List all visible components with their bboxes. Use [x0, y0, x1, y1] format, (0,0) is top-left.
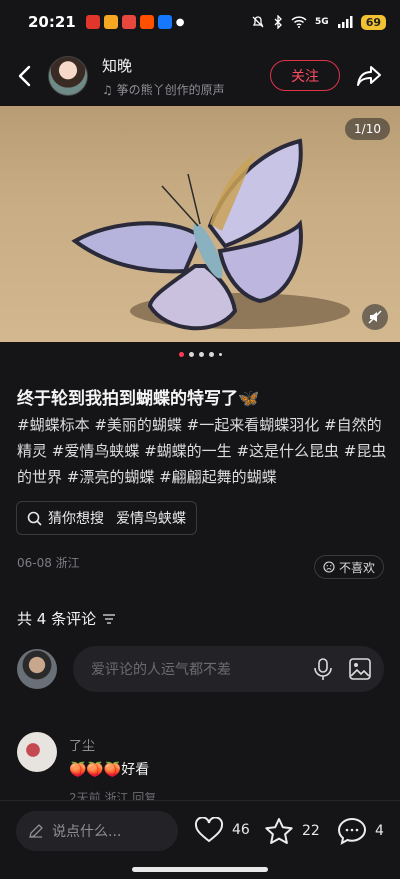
taobao-icon: [139, 15, 154, 29]
share-icon: [357, 66, 381, 86]
like-button[interactable]: 46: [194, 817, 250, 843]
say-placeholder: 说点什么...: [52, 824, 122, 840]
page-dot: [208, 352, 214, 357]
search-prefix: 猜你想搜: [48, 511, 104, 527]
comment-total: 4: [375, 823, 384, 839]
comment-text: 🍑🍑🍑好看: [69, 762, 150, 778]
comment-input-icons: [312, 657, 372, 681]
page-dot: [198, 352, 204, 357]
chevron-left-icon: [18, 65, 31, 87]
comment-placeholder: 爱评论的人运气都不差: [91, 662, 231, 678]
current-user-avatar: [17, 649, 57, 689]
comment-input[interactable]: 爱评论的人运气都不差: [73, 646, 384, 692]
comment-author[interactable]: 了尘: [69, 735, 95, 754]
back-button[interactable]: [2, 54, 46, 98]
app-icon-red: [121, 15, 136, 29]
author-name: 知晚: [102, 56, 133, 75]
post-image[interactable]: 1/10: [0, 106, 400, 342]
dislike-button[interactable]: 不喜欢: [314, 555, 385, 579]
music-title: 筝の熊丫创作的原声: [116, 82, 225, 97]
alipay-icon: [157, 15, 172, 29]
weibo-icon: [85, 15, 100, 29]
favorite-button[interactable]: 22: [264, 817, 320, 845]
image-icon[interactable]: [348, 657, 372, 681]
image-pagination: [0, 352, 400, 357]
suggested-search-chip[interactable]: 猜你想搜 爱情鸟蛱蝶: [16, 501, 197, 535]
search-icon: [27, 511, 42, 526]
network-type: 5G: [315, 17, 329, 27]
butterfly-photo: [71, 138, 350, 331]
author-avatar[interactable]: [48, 56, 88, 96]
star-icon: [265, 818, 293, 844]
bottom-action-bar: 说点什么... 46 22 4: [0, 800, 400, 879]
page-dot: [188, 352, 194, 357]
sort-icon[interactable]: [102, 613, 116, 625]
like-count: 46: [232, 822, 250, 838]
speaker-mute-icon: [368, 310, 382, 324]
post-tags[interactable]: #蝴蝶标本 #美丽的蝴蝶 #一起来看蝴蝶羽化 #自然的精灵 #爱情鸟蛱蝶 #蝴蝶…: [17, 412, 387, 490]
wifi-icon: [291, 16, 307, 28]
mute-bell-icon: [252, 16, 264, 28]
audio-toggle-button[interactable]: [362, 304, 388, 330]
say-something-input[interactable]: 说点什么...: [16, 811, 178, 851]
share-button[interactable]: [353, 60, 385, 92]
post-date-location: 06-08 浙江: [17, 556, 80, 570]
signal-icon: [337, 16, 353, 28]
pencil-icon: [29, 824, 43, 838]
status-bar: 20:21 ● 5G 69: [0, 0, 400, 44]
post-title: 终于轮到我拍到蝴蝶的特写了🦋: [17, 389, 260, 409]
weibo-icon-2: [103, 15, 118, 29]
microphone-icon[interactable]: [312, 657, 334, 681]
music-note-icon: ♫: [102, 82, 113, 97]
more-dot-icon: ●: [175, 16, 185, 28]
battery-level: 69: [360, 14, 386, 30]
favorite-count: 22: [302, 823, 320, 839]
search-term: 爱情鸟蛱蝶: [116, 511, 186, 527]
page-dot: [218, 353, 222, 356]
sad-face-icon: [323, 561, 335, 573]
music-line[interactable]: ♫ 筝の熊丫创作的原声: [102, 81, 225, 98]
page-dot-active: [178, 352, 184, 357]
home-indicator: [132, 867, 268, 872]
comment-count-header: 共 4 条评论: [17, 608, 116, 629]
dislike-label: 不喜欢: [339, 560, 376, 575]
status-time: 20:21: [28, 13, 76, 31]
comment-avatar[interactable]: [17, 732, 57, 772]
comment-bubble-icon: [337, 817, 367, 845]
heart-icon: [194, 817, 224, 843]
follow-button[interactable]: 关注: [270, 60, 340, 91]
comment-button[interactable]: 4: [337, 817, 384, 845]
author-info[interactable]: 知晚 ♫ 筝の熊丫创作的原声: [102, 55, 225, 98]
post-header: 知晚 ♫ 筝の熊丫创作的原声 关注: [0, 48, 400, 104]
image-counter: 1/10: [345, 118, 390, 140]
status-right: 5G 69: [251, 14, 386, 30]
status-app-icons: ●: [85, 15, 185, 29]
bluetooth-icon: [274, 15, 282, 29]
comment-count: 共 4 条评论: [17, 610, 97, 628]
